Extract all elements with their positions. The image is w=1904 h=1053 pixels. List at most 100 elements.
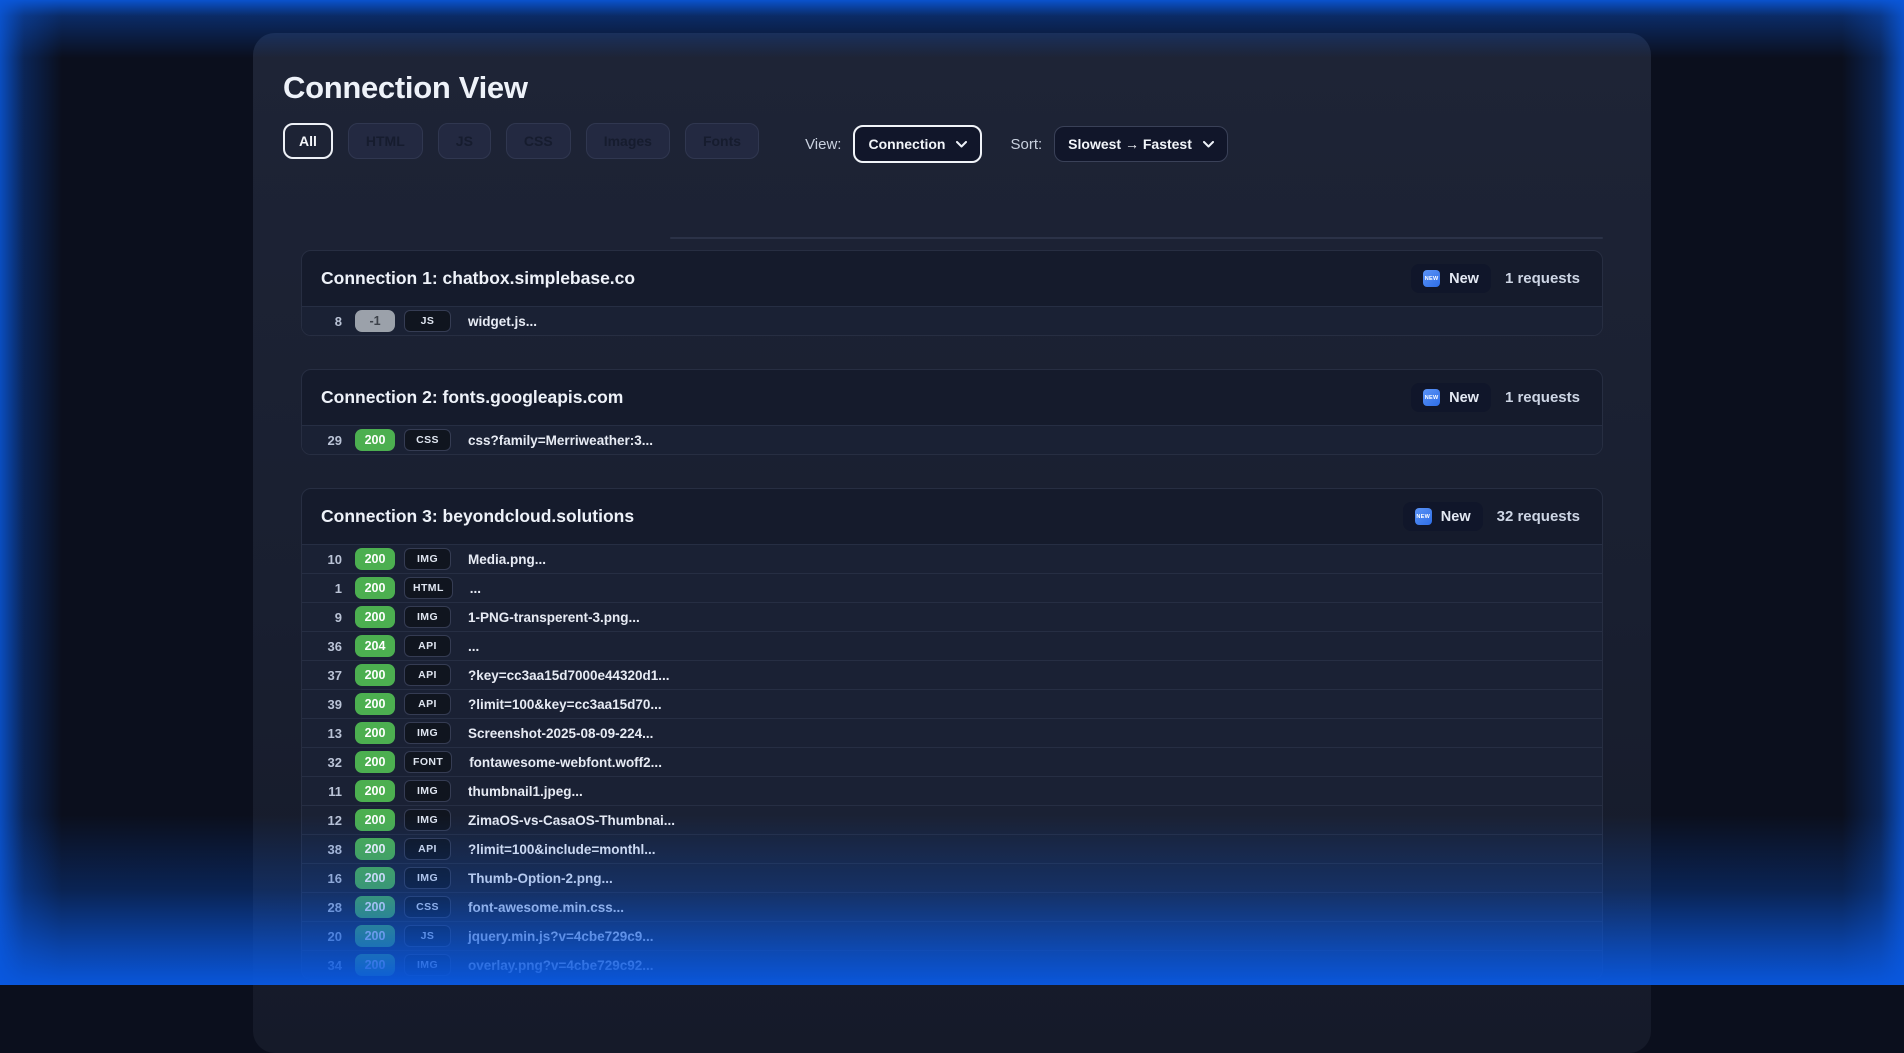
request-name: ?limit=100&include=monthl... [468, 842, 656, 857]
type-badge: IMG [404, 780, 451, 802]
new-icon: NEW [1415, 508, 1432, 525]
connection-card: Connection 2: fonts.googleapis.com NEW N… [301, 369, 1603, 455]
status-badge: 200 [355, 693, 395, 715]
request-name: Thumb-Option-2.png... [468, 871, 613, 886]
request-row[interactable]: 13 200 IMG Screenshot-2025-08-09-224... [302, 718, 1602, 747]
filter-button-css[interactable]: CSS [506, 123, 571, 159]
status-badge: 200 [355, 751, 395, 773]
sort-label: Sort: [1010, 136, 1042, 153]
request-number: 1 [311, 581, 342, 596]
request-name: widget.js... [468, 314, 537, 329]
new-badge: NEW New [1403, 502, 1483, 531]
status-badge: 200 [355, 722, 395, 744]
request-row[interactable]: 39 200 API ?limit=100&key=cc3aa15d70... [302, 689, 1602, 718]
view-selected-value: Connection [868, 136, 945, 152]
request-name: font-awesome.min.css... [468, 900, 624, 915]
request-list: 8 -1 JS widget.js... [302, 306, 1602, 335]
status-badge: 200 [355, 838, 395, 860]
type-badge: JS [404, 310, 451, 332]
type-badge: IMG [404, 954, 451, 976]
request-name: jquery.min.js?v=4cbe729c9... [468, 929, 653, 944]
filter-button-js[interactable]: JS [438, 123, 491, 159]
request-row[interactable]: 20 200 JS jquery.min.js?v=4cbe729c9... [302, 921, 1602, 950]
type-badge: IMG [404, 606, 451, 628]
request-list: 29 200 CSS css?family=Merriweather:3... [302, 425, 1602, 454]
filter-button-all[interactable]: All [283, 123, 333, 159]
new-icon: NEW [1423, 270, 1440, 287]
status-badge: 200 [355, 780, 395, 802]
view-label: View: [805, 136, 841, 153]
request-row[interactable]: 10 200 IMG Media.png... [302, 544, 1602, 573]
request-name: ZimaOS-vs-CasaOS-Thumbnai... [468, 813, 675, 828]
requests-count: 1 requests [1505, 389, 1580, 406]
connection-title: Connection 2: fonts.googleapis.com [321, 387, 1411, 408]
request-name: ... [468, 639, 479, 654]
type-badge: JS [404, 925, 451, 947]
type-badge: CSS [404, 429, 451, 451]
request-number: 13 [311, 726, 342, 741]
request-name: css?family=Merriweather:3... [468, 433, 653, 448]
request-row[interactable]: 16 200 IMG Thumb-Option-2.png... [302, 863, 1602, 892]
request-name: thumbnail1.jpeg... [468, 784, 583, 799]
request-row[interactable]: 12 200 IMG ZimaOS-vs-CasaOS-Thumbnai... [302, 805, 1602, 834]
connection-header: Connection 1: chatbox.simplebase.co NEW … [302, 251, 1602, 306]
status-badge: 200 [355, 429, 395, 451]
status-badge: 200 [355, 577, 395, 599]
section-divider [670, 237, 1603, 239]
status-badge: 200 [355, 548, 395, 570]
sort-select[interactable]: Slowest → Fastest [1054, 126, 1228, 162]
status-badge: 200 [355, 925, 395, 947]
requests-count: 1 requests [1505, 270, 1580, 287]
request-number: 29 [311, 433, 342, 448]
type-badge: IMG [404, 722, 451, 744]
request-number: 10 [311, 552, 342, 567]
request-name: 1-PNG-transperent-3.png... [468, 610, 640, 625]
filter-button-group: All HTML JS CSS Images Fonts [283, 123, 759, 159]
type-badge: API [404, 635, 451, 657]
status-badge: 200 [355, 809, 395, 831]
type-badge: API [404, 838, 451, 860]
sort-control: Sort: Slowest → Fastest [1010, 126, 1227, 162]
new-badge-label: New [1449, 390, 1479, 406]
new-icon: NEW [1423, 389, 1440, 406]
request-row[interactable]: 28 200 CSS font-awesome.min.css... [302, 892, 1602, 921]
filter-button-images[interactable]: Images [586, 123, 670, 159]
type-badge: FONT [404, 751, 452, 773]
request-number: 16 [311, 871, 342, 886]
view-select[interactable]: Connection [853, 125, 982, 163]
request-list: 10 200 IMG Media.png... 1 200 HTML ... 9… [302, 544, 1602, 979]
request-row[interactable]: 36 204 API ... [302, 631, 1602, 660]
chevron-down-icon [1203, 141, 1214, 148]
request-row[interactable]: 32 200 FONT fontawesome-webfont.woff2... [302, 747, 1602, 776]
request-name: fontawesome-webfont.woff2... [469, 755, 662, 770]
request-name: ?key=cc3aa15d7000e44320d1... [468, 668, 670, 683]
type-badge: IMG [404, 867, 451, 889]
request-number: 38 [311, 842, 342, 857]
request-name: overlay.png?v=4cbe729c92... [468, 958, 653, 973]
request-row[interactable]: 37 200 API ?key=cc3aa15d7000e44320d1... [302, 660, 1602, 689]
connection-header: Connection 2: fonts.googleapis.com NEW N… [302, 370, 1602, 425]
type-badge: API [404, 664, 451, 686]
status-badge: 200 [355, 954, 395, 976]
request-name: Screenshot-2025-08-09-224... [468, 726, 653, 741]
connection-title: Connection 3: beyondcloud.solutions [321, 506, 1403, 527]
request-number: 36 [311, 639, 342, 654]
filter-button-fonts[interactable]: Fonts [685, 123, 759, 159]
request-row[interactable]: 8 -1 JS widget.js... [302, 306, 1602, 335]
connection-title: Connection 1: chatbox.simplebase.co [321, 268, 1411, 289]
request-row[interactable]: 9 200 IMG 1-PNG-transperent-3.png... [302, 602, 1602, 631]
request-row[interactable]: 11 200 IMG thumbnail1.jpeg... [302, 776, 1602, 805]
new-badge: NEW New [1411, 264, 1491, 293]
filter-button-html[interactable]: HTML [348, 123, 423, 159]
main-panel: Connection View AllHTMLJSCSSImagesFonts … [253, 33, 1651, 1053]
request-row[interactable]: 34 200 IMG overlay.png?v=4cbe729c92... [302, 950, 1602, 979]
chevron-down-icon [956, 141, 967, 148]
type-badge: HTML [404, 577, 453, 599]
sort-selected-value: Slowest → Fastest [1068, 136, 1192, 152]
request-row[interactable]: 38 200 API ?limit=100&include=monthl... [302, 834, 1602, 863]
request-row[interactable]: 29 200 CSS css?family=Merriweather:3... [302, 425, 1602, 454]
request-number: 9 [311, 610, 342, 625]
request-name: ?limit=100&key=cc3aa15d70... [468, 697, 662, 712]
new-badge-label: New [1449, 271, 1479, 287]
request-row[interactable]: 1 200 HTML ... [302, 573, 1602, 602]
